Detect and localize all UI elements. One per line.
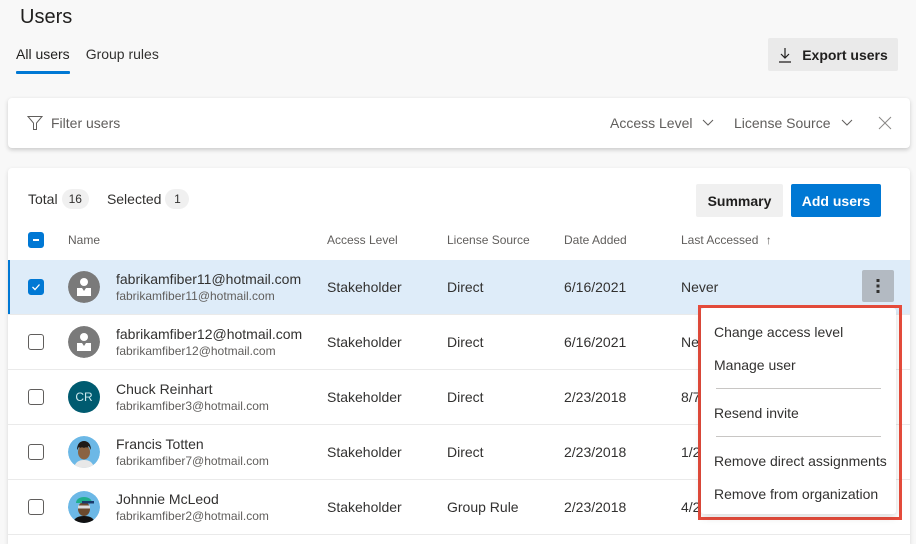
filter-users-input[interactable]	[51, 115, 451, 131]
user-name-block: fabrikamfiber11@hotmail.com fabrikamfibe…	[116, 270, 301, 304]
row-checkbox[interactable]	[28, 389, 44, 405]
column-header-license-source[interactable]: License Source	[447, 233, 530, 247]
date-added-cell: 2/23/2018	[564, 389, 627, 405]
default-person-icon	[68, 326, 100, 358]
user-email: fabrikamfiber2@hotmail.com	[116, 509, 269, 523]
access-level-cell: Stakeholder	[327, 389, 402, 405]
export-users-button[interactable]: Export users	[768, 38, 898, 71]
menu-item-remove-from-organization[interactable]: Remove from organization	[701, 480, 896, 513]
avatar	[68, 491, 100, 523]
minus-icon	[33, 239, 39, 241]
context-menu: Change access level Manage user Resend i…	[698, 305, 902, 520]
download-icon	[779, 47, 792, 63]
user-display-name: fabrikamfiber11@hotmail.com	[116, 271, 302, 287]
column-header-access-level[interactable]: Access Level	[327, 233, 398, 247]
selected-count-badge: 1	[165, 189, 190, 209]
context-menu-panel: Change access level Manage user Resend i…	[701, 308, 896, 514]
chevron-down-icon	[703, 119, 714, 126]
user-photo-icon	[68, 491, 100, 523]
last-accessed-cell: Ne	[681, 334, 699, 350]
export-users-label: Export users	[802, 46, 888, 63]
column-header-last-accessed-label: Last Accessed	[681, 233, 759, 247]
add-users-button[interactable]: Add users	[791, 184, 881, 217]
date-added-cell: 2/23/2018	[564, 499, 627, 515]
row-checkbox[interactable]	[28, 279, 44, 295]
user-email: fabrikamfiber12@hotmail.com	[116, 344, 276, 358]
filter-bar: Access Level License Source	[8, 98, 910, 148]
license-source-cell: Direct	[447, 279, 484, 295]
date-added-cell: 6/16/2021	[564, 334, 627, 350]
menu-item-change-access-level[interactable]: Change access level	[701, 318, 896, 351]
column-header-last-accessed[interactable]: Last Accessed ↑	[681, 233, 772, 247]
date-added-cell: 6/16/2021	[564, 279, 627, 295]
access-level-cell: Stakeholder	[327, 499, 402, 515]
avatar	[68, 326, 100, 358]
column-header-date-added[interactable]: Date Added	[564, 233, 627, 247]
user-email: fabrikamfiber7@hotmail.com	[116, 454, 269, 468]
avatar	[68, 271, 100, 303]
access-level-cell: Stakeholder	[327, 334, 402, 350]
user-display-name: Johnnie McLeod	[116, 491, 219, 507]
avatar: CR	[68, 381, 100, 413]
date-added-cell: 2/23/2018	[564, 444, 627, 460]
close-icon[interactable]	[878, 116, 892, 130]
selected-label: Selected	[106, 191, 162, 207]
access-level-cell: Stakeholder	[327, 279, 402, 295]
row-checkbox[interactable]	[28, 334, 44, 350]
user-photo-icon	[68, 436, 100, 468]
menu-divider	[716, 388, 881, 389]
filter-icon	[27, 116, 43, 130]
column-header-name[interactable]: Name	[68, 233, 100, 247]
menu-item-manage-user[interactable]: Manage user	[701, 351, 896, 384]
tab-bar: All users Group rules	[16, 46, 159, 74]
license-source-cell: Direct	[447, 334, 484, 350]
total-label: Total	[28, 191, 58, 207]
tab-group-rules[interactable]: Group rules	[86, 46, 159, 74]
license-source-dropdown-label: License Source	[734, 115, 831, 131]
table-header: Name Access Level License Source Date Ad…	[8, 228, 910, 260]
user-email: fabrikamfiber11@hotmail.com	[116, 289, 275, 303]
more-vertical-icon	[876, 279, 880, 293]
license-source-dropdown[interactable]: License Source	[734, 115, 853, 131]
user-name-block: Chuck Reinhart fabrikamfiber3@hotmail.co…	[116, 380, 269, 414]
license-source-cell: Direct	[447, 444, 484, 460]
user-email: fabrikamfiber3@hotmail.com	[116, 399, 269, 413]
avatar	[68, 436, 100, 468]
user-display-name: fabrikamfiber12@hotmail.com	[116, 326, 303, 342]
user-name-block: fabrikamfiber12@hotmail.com fabrikamfibe…	[116, 325, 302, 359]
menu-divider	[716, 436, 881, 437]
access-level-cell: Stakeholder	[327, 444, 402, 460]
row-checkbox[interactable]	[28, 499, 44, 515]
tab-all-users[interactable]: All users	[16, 46, 70, 74]
default-person-icon	[68, 271, 100, 303]
menu-item-remove-direct-assignments[interactable]: Remove direct assignments	[701, 447, 896, 480]
user-counts: Total 16 Selected 1	[28, 189, 207, 209]
sort-ascending-icon: ↑	[765, 233, 772, 247]
more-actions-button[interactable]	[862, 270, 894, 302]
summary-button[interactable]: Summary	[696, 184, 783, 217]
page-title: Users	[20, 6, 73, 28]
select-all-checkbox[interactable]	[28, 232, 44, 248]
license-source-cell: Group Rule	[447, 499, 519, 515]
user-display-name: Chuck Reinhart	[116, 381, 213, 397]
chevron-down-icon	[841, 119, 852, 126]
menu-item-resend-invite[interactable]: Resend invite	[701, 399, 896, 432]
access-level-dropdown[interactable]: Access Level	[610, 115, 714, 131]
access-level-dropdown-label: Access Level	[610, 115, 693, 131]
user-display-name: Francis Totten	[116, 436, 204, 452]
user-name-block: Johnnie McLeod fabrikamfiber2@hotmail.co…	[116, 490, 269, 524]
row-checkbox[interactable]	[28, 444, 44, 460]
total-count-badge: 16	[61, 189, 89, 209]
last-accessed-cell: Never	[681, 279, 719, 295]
license-source-cell: Direct	[447, 389, 484, 405]
user-name-block: Francis Totten fabrikamfiber7@hotmail.co…	[116, 435, 269, 469]
checkmark-icon	[32, 284, 40, 291]
